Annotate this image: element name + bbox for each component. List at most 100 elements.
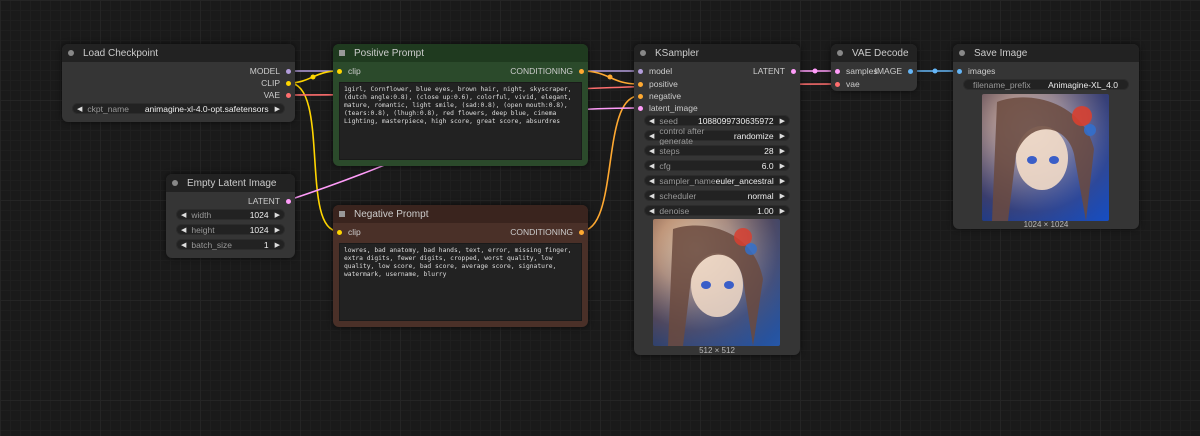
node-header[interactable]: KSampler [634,44,800,62]
clip-pin-icon[interactable] [286,80,291,86]
node-title: Positive Prompt [354,47,425,59]
node-header[interactable]: Save Image [953,44,1139,62]
arrow-right-icon[interactable]: ▶ [275,105,280,113]
arrow-right-icon[interactable]: ▶ [780,147,785,155]
input-clip[interactable]: clip [337,227,361,237]
wire-negative [580,95,640,232]
node-header[interactable]: Negative Prompt [333,205,588,223]
input-positive[interactable]: positive [638,79,678,89]
output-latent[interactable]: LATENT [248,196,291,206]
input-images[interactable]: images [957,66,995,76]
arrow-left-icon[interactable]: ◀ [649,177,654,185]
image-pin-icon[interactable] [908,68,913,74]
prompt-textarea[interactable]: 1girl, Cornflower, blue eyes, brown hair… [339,82,582,160]
input-model[interactable]: model [638,66,672,76]
conditioning-pin-icon[interactable] [638,81,643,87]
latent-pin-icon[interactable] [286,198,291,204]
model-pin-icon[interactable] [286,68,291,74]
ksampler-node[interactable]: KSampler model LATENT positive negative … [634,44,800,355]
ckpt-name-widget[interactable]: ◀ ckpt_name animagine-xl-4.0-opt.safetenso… [72,103,285,114]
node-header[interactable]: Empty Latent Image [166,174,295,192]
latent-pin-icon[interactable] [638,105,643,111]
collapse-dot-icon[interactable] [837,50,843,56]
input-latent-image[interactable]: latent_image [638,103,698,113]
collapse-dot-icon[interactable] [959,50,965,56]
collapse-square-icon[interactable] [339,50,345,56]
positive-prompt-node[interactable]: Positive Prompt clip CONDITIONING 1girl,… [333,44,588,166]
steps-widget[interactable]: ◀ steps 28 ▶ [644,145,790,156]
sampler-name-widget[interactable]: ◀ sampler_name euler_ancestral ▶ [644,175,790,186]
arrow-right-icon[interactable]: ▶ [780,132,785,140]
arrow-right-icon[interactable]: ▶ [780,162,785,170]
clip-pin-icon[interactable] [337,229,342,235]
arrow-right-icon[interactable]: ▶ [275,241,280,249]
arrow-right-icon[interactable]: ▶ [275,226,280,234]
arrow-right-icon[interactable]: ▶ [275,211,280,219]
node-title: Save Image [974,47,1028,59]
input-samples[interactable]: samples [835,66,878,76]
output-vae[interactable]: VAE [264,90,291,100]
batch-size-widget[interactable]: ◀ batch_size 1 ▶ [176,239,285,250]
latent-pin-icon[interactable] [835,68,840,74]
prompt-textarea[interactable]: lowres, bad anatomy, bad hands, text, er… [339,243,582,321]
conditioning-pin-icon[interactable] [579,229,584,235]
conditioning-pin-icon[interactable] [638,93,643,99]
latent-pin-icon[interactable] [791,68,796,74]
model-pin-icon[interactable] [638,68,643,74]
collapse-square-icon[interactable] [339,211,345,217]
load-checkpoint-node[interactable]: Load Checkpoint MODEL CLIP VAE ◀ ckpt_nam… [62,44,295,122]
output-latent[interactable]: LATENT [753,66,796,76]
wire-clip-negative [288,82,339,232]
image-pin-icon[interactable] [957,68,962,74]
arrow-left-icon[interactable]: ◀ [181,211,186,219]
vae-decode-node[interactable]: VAE Decode samples IMAGE vae [831,44,917,91]
node-title: Load Checkpoint [83,47,159,59]
collapse-dot-icon[interactable] [172,180,178,186]
input-vae[interactable]: vae [835,79,860,89]
clip-pin-icon[interactable] [337,68,342,74]
arrow-left-icon[interactable]: ◀ [181,241,186,249]
scheduler-widget[interactable]: ◀ scheduler normal ▶ [644,190,790,201]
node-title: Empty Latent Image [187,177,277,189]
negative-prompt-node[interactable]: Negative Prompt clip CONDITIONING lowres… [333,205,588,327]
node-title: Negative Prompt [354,208,429,220]
arrow-right-icon[interactable]: ▶ [780,177,785,185]
vae-pin-icon[interactable] [286,92,291,98]
node-header[interactable]: Positive Prompt [333,44,588,62]
output-image[interactable]: IMAGE [875,66,913,76]
arrow-left-icon[interactable]: ◀ [649,147,654,155]
node-header[interactable]: VAE Decode [831,44,917,62]
output-conditioning[interactable]: CONDITIONING [510,66,584,76]
conditioning-pin-icon[interactable] [579,68,584,74]
arrow-right-icon[interactable]: ▶ [780,207,785,215]
arrow-left-icon[interactable]: ◀ [77,105,82,113]
denoise-widget[interactable]: ◀ denoise 1.00 ▶ [644,205,790,216]
height-widget[interactable]: ◀ height 1024 ▶ [176,224,285,235]
arrow-left-icon[interactable]: ◀ [649,207,654,215]
arrow-left-icon[interactable]: ◀ [649,117,654,125]
collapse-dot-icon[interactable] [68,50,74,56]
vae-pin-icon[interactable] [835,81,840,87]
seed-widget[interactable]: ◀ seed 1088099730635972 ▶ [644,115,790,126]
empty-latent-node[interactable]: Empty Latent Image LATENT ◀ width 1024 ▶ ◀ h… [166,174,295,258]
output-conditioning[interactable]: CONDITIONING [510,227,584,237]
preview-image [653,219,780,346]
cfg-widget[interactable]: ◀ cfg 6.0 ▶ [644,160,790,171]
save-image-node[interactable]: Save Image images filename_prefix Animagi… [953,44,1139,229]
arrow-right-icon[interactable]: ▶ [780,192,785,200]
saved-image-caption: 1024 × 1024 [1023,220,1069,229]
node-header[interactable]: Load Checkpoint [62,44,295,62]
input-negative[interactable]: negative [638,91,681,101]
input-clip[interactable]: clip [337,66,361,76]
arrow-left-icon[interactable]: ◀ [649,132,654,140]
arrow-left-icon[interactable]: ◀ [181,226,186,234]
output-clip[interactable]: CLIP [261,78,291,88]
output-model[interactable]: MODEL [250,66,291,76]
width-widget[interactable]: ◀ width 1024 ▶ [176,209,285,220]
arrow-left-icon[interactable]: ◀ [649,192,654,200]
arrow-left-icon[interactable]: ◀ [649,162,654,170]
control-after-generate-widget[interactable]: ◀ control after generate randomize ▶ [644,126,790,146]
collapse-dot-icon[interactable] [640,50,646,56]
filename-prefix-widget[interactable]: filename_prefix Animagine-XL_4.0 [963,79,1129,90]
arrow-right-icon[interactable]: ▶ [780,117,785,125]
